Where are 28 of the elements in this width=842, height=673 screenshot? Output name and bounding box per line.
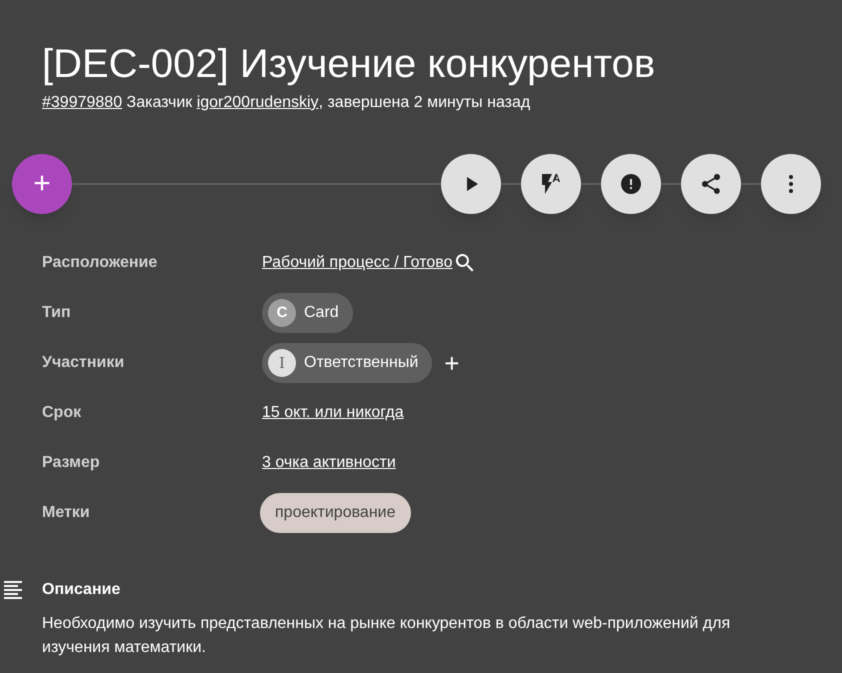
link[interactable]: #39979880 <box>42 92 122 114</box>
exclamation-icon <box>619 172 643 196</box>
field-label: Расположение <box>42 253 158 273</box>
avatar: I <box>268 349 296 377</box>
field-link[interactable]: 15 окт. или никогда <box>262 401 404 425</box>
avatar: C <box>268 299 296 327</box>
field-label: Метки <box>42 503 91 523</box>
add-button[interactable]: + <box>12 154 72 214</box>
field-label: Срок <box>42 403 82 423</box>
subtitle-text: , завершена 2 минуты назад <box>318 93 530 113</box>
field-link[interactable]: Рабочий процесс / Готово <box>262 251 452 275</box>
subtitle-text: Заказчик <box>126 93 194 113</box>
field-label: Размер <box>42 453 101 473</box>
field-label: Тип <box>42 303 72 323</box>
add-member-button[interactable]: + <box>444 350 460 376</box>
field-label: Участники <box>42 353 126 373</box>
lightning-letter-icon <box>539 172 563 196</box>
description-text: Необходимо изучить представленных на рынке конкурентов в области web-приложений для изучения математики. <box>42 614 732 658</box>
chip[interactable]: C Card <box>262 293 353 333</box>
field-link[interactable]: 3 очка активности <box>262 451 396 475</box>
link[interactable]: igor200rudenskiy <box>196 92 319 114</box>
share-icon <box>699 172 723 196</box>
text-lines-icon <box>4 580 24 600</box>
description-heading: Описание <box>42 580 120 600</box>
tag[interactable]: проектирование <box>260 493 410 533</box>
card-title: [DEC-002] Изучение конкурентов <box>42 41 656 88</box>
chip[interactable]: I Ответственный <box>262 343 432 383</box>
more-vertical-icon <box>789 175 793 193</box>
